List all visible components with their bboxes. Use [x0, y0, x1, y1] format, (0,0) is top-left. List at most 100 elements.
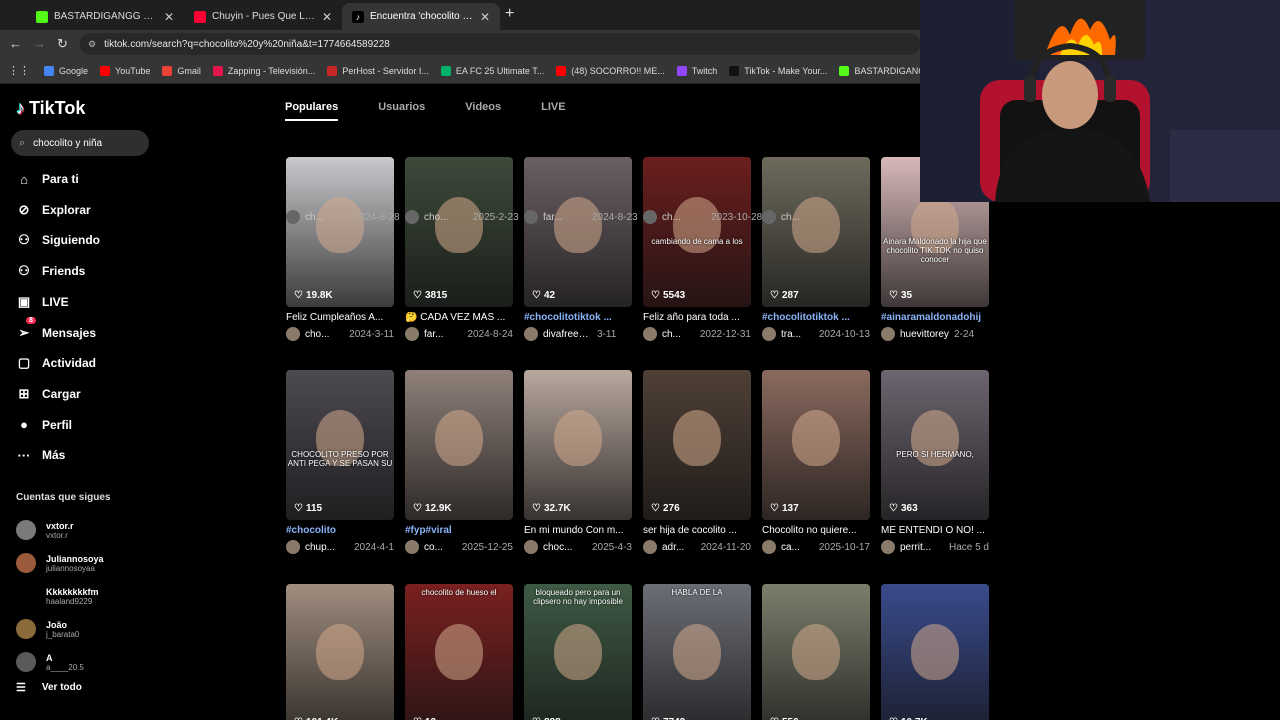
video-thumbnail[interactable]: ♡101.4K: [286, 584, 394, 720]
video-card[interactable]: ♡ 32.7K En mi mundo Con m... choc... 2025-4-…: [524, 370, 632, 554]
username[interactable]: cho...: [305, 329, 345, 340]
avatar[interactable]: [762, 327, 776, 341]
site-info-icon[interactable]: ⚙: [88, 39, 96, 50]
sidebar-item-actividad[interactable]: ▢ Actividad: [16, 352, 96, 374]
video-thumbnail[interactable]: PERO SI HERMANO, ♡ 363: [881, 370, 989, 520]
partial-video-meta[interactable]: far... 2024-8-23: [524, 206, 638, 228]
video-card[interactable]: PERO SI HERMANO, ♡ 363 ME ENTENDI O NO! ...…: [881, 370, 989, 554]
tab-live[interactable]: LIVE: [541, 101, 565, 121]
video-caption[interactable]: #fyp#viral: [405, 525, 523, 536]
tab-populares[interactable]: Populares: [285, 101, 339, 121]
username[interactable]: divafreest...: [543, 329, 593, 340]
bookmark-item[interactable]: Google: [44, 65, 88, 76]
sidebar-item-parati[interactable]: ⌂ Para ti: [16, 168, 79, 190]
followed-account[interactable]: vxtor.r vxtor.r: [16, 515, 74, 545]
video-thumbnail[interactable]: chocolito de hueso el♡13: [405, 584, 513, 720]
followed-account[interactable]: Aa____20.5: [16, 647, 84, 677]
video-card[interactable]: CHOCOLITO PRESO POR ANTI PEGA Y SE PASAN…: [286, 370, 394, 554]
username[interactable]: ca...: [781, 542, 815, 553]
bookmark-item[interactable]: (48) SOCORRO!! ME...: [556, 65, 665, 76]
video-caption[interactable]: ser hija de cocolito ...: [643, 525, 761, 536]
apps-grid-icon[interactable]: ⋮⋮: [8, 64, 30, 77]
sidebar-item-friends[interactable]: ⚇ Friends: [16, 260, 85, 282]
partial-video-meta[interactable]: ch...: [762, 206, 830, 228]
video-thumbnail[interactable]: ♡ 32.7K: [524, 370, 632, 520]
sidebar-item-siguiendo[interactable]: ⚇ Siguiendo: [16, 229, 100, 251]
video-card[interactable]: ♡ 3815 🤔 CADA VEZ MÁS ... far... 2024-8-24: [405, 157, 513, 341]
sidebar-item-explorar[interactable]: ⊘ Explorar: [16, 199, 91, 221]
avatar[interactable]: [524, 327, 538, 341]
tiktok-logo[interactable]: ♪ TikTok: [16, 98, 85, 119]
tab-videos[interactable]: Videos: [465, 101, 501, 121]
reload-icon[interactable]: ↻: [57, 36, 68, 52]
video-caption[interactable]: ME ENTENDI O NO! ...: [881, 525, 999, 536]
avatar[interactable]: [286, 540, 300, 554]
avatar[interactable]: [881, 540, 895, 554]
avatar[interactable]: [405, 327, 419, 341]
video-card[interactable]: ♡ 42 #chocolitotiktok ... divafreest... 3-11: [524, 157, 632, 341]
followed-account[interactable]: Kkkkkkkkfm haaland9229: [16, 581, 99, 611]
video-thumbnail[interactable]: ♡ 12.9K: [405, 370, 513, 520]
video-caption[interactable]: #chocolitotiktok ...: [524, 312, 642, 323]
tab-usuarios[interactable]: Usuarios: [378, 101, 425, 121]
avatar[interactable]: [643, 327, 657, 341]
bookmark-item[interactable]: Twitch: [676, 65, 717, 76]
video-card[interactable]: bloqueado pero para un clipsero no hay i…: [524, 584, 632, 720]
video-thumbnail[interactable]: bloqueado pero para un clipsero no hay i…: [524, 584, 632, 720]
sidebar-item-live[interactable]: ▣ LIVE: [16, 291, 69, 313]
video-caption[interactable]: 🤔 CADA VEZ MÁS ...: [405, 312, 523, 323]
username[interactable]: perrit...: [900, 542, 945, 553]
video-thumbnail[interactable]: ♡10.7K: [881, 584, 989, 720]
video-thumbnail[interactable]: ♡ 137: [762, 370, 870, 520]
browser-tab-kick[interactable]: BASTARDIGANGG Stream - Wa ✕: [26, 3, 184, 30]
video-caption[interactable]: Feliz Cumpleaños A...: [286, 312, 404, 323]
partial-video-meta[interactable]: ch... 2023-10-28: [643, 206, 762, 228]
video-caption[interactable]: Feliz año para toda ...: [643, 312, 761, 323]
sidebar-item-mensajes[interactable]: ➢ 8 Mensajes: [16, 316, 96, 344]
forward-icon[interactable]: →: [33, 36, 46, 51]
video-caption[interactable]: #chocolitotiktok ...: [762, 312, 880, 323]
partial-video-meta[interactable]: ch... 2024-8-28: [286, 206, 400, 228]
close-tab-icon[interactable]: ✕: [322, 10, 332, 24]
browser-tab-youtube[interactable]: Chuyin - Pues Que Le Hago (Of ✕: [184, 3, 342, 30]
username[interactable]: chup...: [305, 542, 350, 553]
video-caption[interactable]: Chocolito no quiere...: [762, 525, 880, 536]
bookmark-item[interactable]: Zapping - Televisión...: [212, 65, 315, 76]
video-card[interactable]: ♡ 12.9K #fyp#viral co... 2025-12-25: [405, 370, 513, 554]
followed-account[interactable]: João j_barata0: [16, 614, 79, 644]
avatar[interactable]: [881, 327, 895, 341]
sidebar-item-perfil[interactable]: ● Perfil: [16, 414, 72, 436]
followed-account[interactable]: Juliannosoya juliannosoyaa: [16, 548, 104, 578]
video-card[interactable]: chocolito de hueso el♡13: [405, 584, 513, 720]
video-thumbnail[interactable]: ♡ 19.8K: [286, 157, 394, 307]
avatar[interactable]: [405, 540, 419, 554]
avatar[interactable]: [524, 540, 538, 554]
username[interactable]: co...: [424, 542, 458, 553]
close-tab-icon[interactable]: ✕: [480, 10, 490, 24]
video-caption[interactable]: #ainaramaldonadohij: [881, 312, 999, 323]
partial-video-meta[interactable]: cho... 2025-2-23: [405, 206, 519, 228]
url-bar[interactable]: ⚙ tiktok.com/search?q=chocolito%20y%20ni…: [80, 33, 920, 55]
bookmark-item[interactable]: EA FC 25 Ultimate T...: [440, 65, 544, 76]
video-thumbnail[interactable]: ♡ 3815: [405, 157, 513, 307]
bookmark-item[interactable]: Gmail: [162, 65, 201, 76]
username[interactable]: tra...: [781, 329, 815, 340]
sidebar-item-ms[interactable]: ··· Más: [16, 444, 66, 466]
video-thumbnail[interactable]: ♡ 276: [643, 370, 751, 520]
username[interactable]: adr...: [662, 542, 697, 553]
video-card[interactable]: ♡ 287 #chocolitotiktok ... tra... 2024-10-13: [762, 157, 870, 341]
video-thumbnail[interactable]: ♡ 42: [524, 157, 632, 307]
search-input[interactable]: ⌕ chocolito y niña: [11, 130, 149, 156]
bookmark-item[interactable]: YouTube: [100, 65, 150, 76]
video-caption[interactable]: En mi mundo Con m...: [524, 525, 642, 536]
see-all-link[interactable]: ☰ Ver todo: [16, 681, 82, 694]
video-caption[interactable]: #chocolito: [286, 525, 404, 536]
video-card[interactable]: ♡556: [762, 584, 870, 720]
avatar[interactable]: [643, 540, 657, 554]
video-thumbnail[interactable]: ♡556: [762, 584, 870, 720]
close-tab-icon[interactable]: ✕: [164, 10, 174, 24]
video-thumbnail[interactable]: CHOCOLITO PRESO POR ANTI PEGA Y SE PASAN…: [286, 370, 394, 520]
bookmark-item[interactable]: PerHost - Servidor I...: [327, 65, 429, 76]
username[interactable]: far...: [424, 329, 463, 340]
video-card[interactable]: ♡10.7K: [881, 584, 989, 720]
